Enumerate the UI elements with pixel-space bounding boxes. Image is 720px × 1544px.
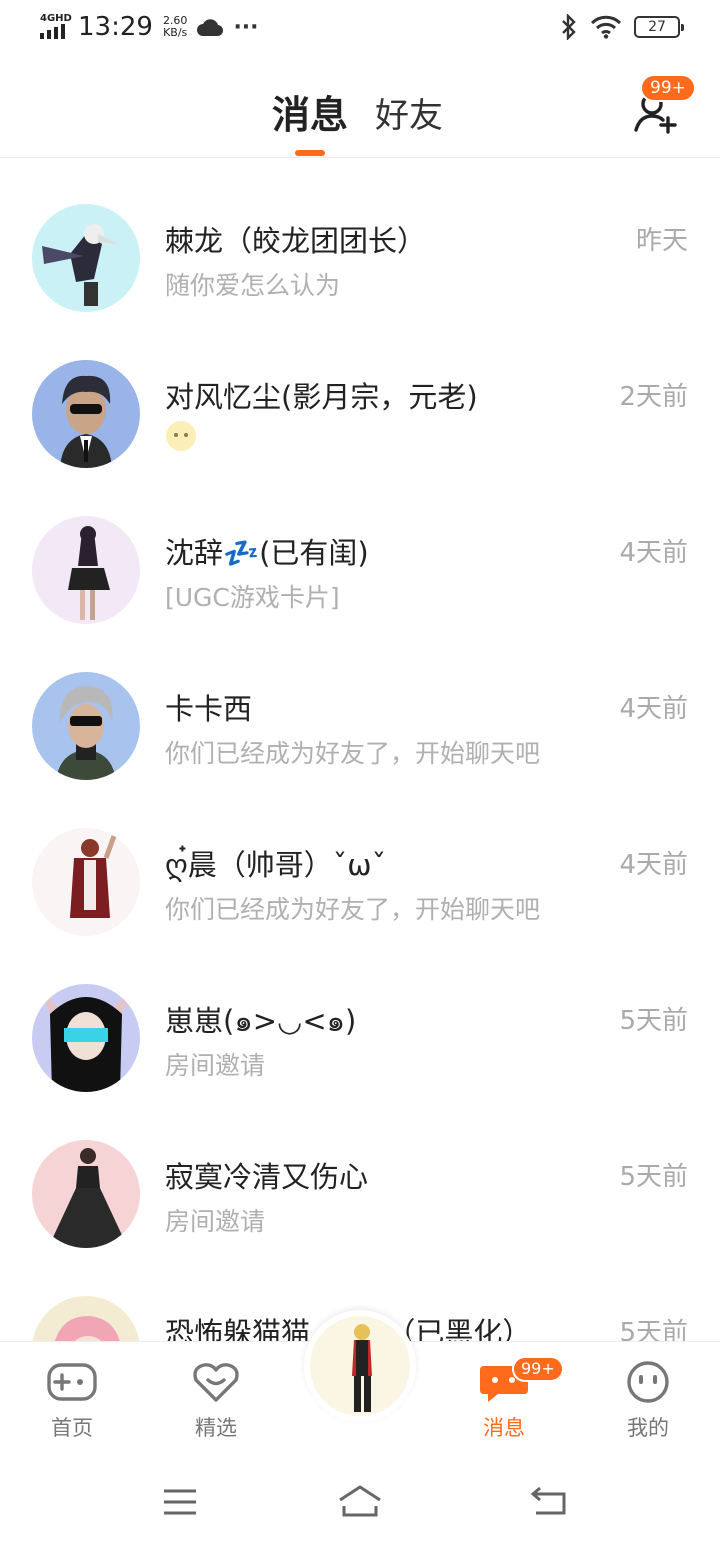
contact-name: 沈辞💤(已有闺) xyxy=(165,536,369,570)
message-time: 2天前 xyxy=(619,382,688,412)
system-navigation-bar xyxy=(0,1458,720,1544)
contact-name: 崽崽(๑>◡<๑) xyxy=(165,1004,357,1038)
tab-friends[interactable]: 好友 xyxy=(375,88,443,137)
more-notifications-icon: ··· xyxy=(233,14,259,40)
avatar xyxy=(32,672,140,780)
network-speed: 2.60 KB/s xyxy=(162,14,188,39)
list-item[interactable]: 棘龙（皎龙团团长） 随你爱怎么认为 昨天 xyxy=(0,158,720,314)
avatar xyxy=(32,516,140,624)
list-item[interactable]: 崽崽(๑>◡<๑) 房间邀请 5天前 xyxy=(0,938,720,1094)
tab-messages[interactable]: 消息 xyxy=(272,84,348,139)
heart-icon xyxy=(193,1363,239,1402)
nav-avatar-center[interactable] xyxy=(304,1310,416,1422)
contact-name: 棘龙（皎龙团团长） xyxy=(165,224,427,258)
status-bar: 4GHD 13:29 2.60 KB/s ··· 27 xyxy=(0,0,720,58)
message-preview: 房间邀请 xyxy=(165,1051,266,1080)
contact-name: ღ๋晨（帅哥）ˇωˇ xyxy=(165,848,387,882)
gamepad-icon xyxy=(47,1363,97,1401)
neutral-face-emoji-icon xyxy=(166,421,196,451)
message-time: 5天前 xyxy=(619,1162,688,1192)
list-item[interactable]: 对风忆尘(影月宗，元老) 2天前 xyxy=(0,314,720,470)
home-icon[interactable] xyxy=(336,1484,384,1518)
battery-indicator: 27 xyxy=(634,16,684,38)
messages-badge: 99+ xyxy=(512,1356,564,1382)
message-preview: 你们已经成为好友了，开始聊天吧 xyxy=(165,739,541,768)
message-list: 棘龙（皎龙团团长） 随你爱怎么认为 昨天 对风忆尘(影月宗，元老) 2天前 沈辞… xyxy=(0,158,720,1344)
list-item[interactable]: 卡卡西 你们已经成为好友了，开始聊天吧 4天前 xyxy=(0,626,720,782)
face-icon xyxy=(627,1361,669,1403)
add-friend-badge: 99+ xyxy=(640,74,696,102)
message-time: 5天前 xyxy=(619,1318,688,1344)
message-time: 5天前 xyxy=(619,1006,688,1036)
contact-name: 寂寞冷清又伤心 xyxy=(165,1160,369,1194)
bottom-navigation: 首页 精选 消息 我的 xyxy=(0,1310,720,1458)
list-item[interactable]: 沈辞💤(已有闺) [UGC游戏卡片] 4天前 xyxy=(0,470,720,626)
active-tab-indicator xyxy=(295,150,325,156)
message-time: 昨天 xyxy=(635,226,688,256)
cloud-icon xyxy=(197,19,224,37)
contact-name: 对风忆尘(影月宗，元老) xyxy=(165,380,478,414)
avatar xyxy=(32,360,140,468)
menu-icon[interactable] xyxy=(162,1488,198,1516)
message-time: 4天前 xyxy=(619,538,688,568)
message-preview: 房间邀请 xyxy=(165,1207,266,1236)
message-preview: 随你爱怎么认为 xyxy=(165,271,341,300)
avatar xyxy=(32,828,140,936)
signal-icon: 4GHD xyxy=(38,13,72,41)
message-preview: [UGC游戏卡片] xyxy=(165,583,340,612)
message-preview: 你们已经成为好友了，开始聊天吧 xyxy=(165,895,541,924)
avatar xyxy=(32,984,140,1092)
avatar xyxy=(32,204,140,312)
list-item[interactable]: 寂寞冷清又伤心 房间邀请 5天前 xyxy=(0,1094,720,1250)
clock: 13:29 xyxy=(78,12,153,42)
avatar xyxy=(310,1316,410,1416)
avatar xyxy=(32,1140,140,1248)
back-icon[interactable] xyxy=(530,1486,568,1516)
top-tab-bar: 消息 好友 xyxy=(0,58,720,158)
message-time: 4天前 xyxy=(619,694,688,724)
wifi-icon xyxy=(590,15,622,39)
message-time: 4天前 xyxy=(619,850,688,880)
nav-featured[interactable]: 精选 xyxy=(166,1360,266,1442)
bluetooth-icon xyxy=(562,14,576,40)
list-item[interactable]: ღ๋晨（帅哥）ˇωˇ 你们已经成为好友了，开始聊天吧 4天前 xyxy=(0,782,720,938)
contact-name: 卡卡西 xyxy=(165,692,253,726)
avatar xyxy=(32,1296,140,1344)
network-type: 4GHD xyxy=(40,13,72,24)
nav-home[interactable]: 首页 xyxy=(22,1360,122,1442)
nav-me[interactable]: 我的 xyxy=(598,1360,698,1442)
